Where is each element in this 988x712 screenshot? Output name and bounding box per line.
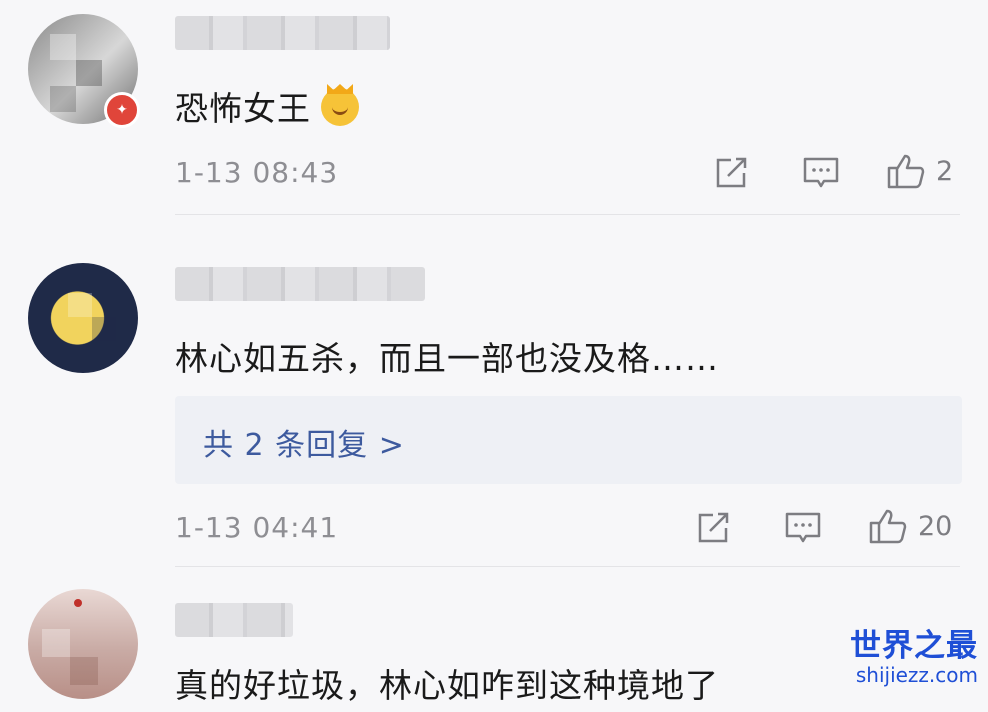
comment-time: 1-13 08:43 bbox=[175, 156, 339, 189]
view-replies-link[interactable]: 共 2 条回复 > bbox=[203, 420, 405, 464]
comment-item: ✦ 恐怖女王 1-13 08:43 2 bbox=[0, 0, 988, 215]
like-button[interactable]: 20 bbox=[868, 507, 952, 545]
username-blurred[interactable] bbox=[175, 603, 293, 637]
comment-text: 恐怖女王 bbox=[175, 82, 359, 130]
comment-text: 真的好垃圾，林心如咋到这种境地了 bbox=[175, 666, 719, 705]
share-icon bbox=[698, 512, 729, 543]
share-button[interactable] bbox=[696, 511, 732, 545]
share-icon bbox=[716, 157, 747, 188]
comment-text: 林心如五杀，而且一部也没及格…… bbox=[175, 339, 719, 378]
comment-button[interactable] bbox=[784, 511, 822, 545]
like-button[interactable]: 2 bbox=[886, 152, 953, 190]
avatar[interactable] bbox=[28, 589, 138, 699]
username-blurred[interactable] bbox=[175, 267, 425, 301]
thumbs-up-icon bbox=[869, 509, 907, 544]
comment-icon bbox=[803, 157, 839, 188]
like-count: 2 bbox=[936, 155, 954, 187]
like-count: 20 bbox=[918, 510, 953, 542]
princess-emoji-icon bbox=[321, 88, 359, 126]
avatar[interactable] bbox=[28, 263, 138, 373]
watermark-title: 世界之最 bbox=[850, 628, 978, 664]
thumbs-up-icon bbox=[887, 154, 925, 189]
comment-item: 林心如五杀，而且一部也没及格…… 共 2 条回复 > 1-13 04:41 20 bbox=[0, 215, 988, 567]
verified-badge-icon: ✦ bbox=[104, 92, 140, 128]
comment-icon bbox=[785, 512, 821, 543]
comment-item: 真的好垃圾，林心如咋到这种境地了 bbox=[0, 567, 988, 712]
share-button[interactable] bbox=[714, 156, 750, 190]
comment-time: 1-13 04:41 bbox=[175, 511, 339, 544]
replies-panel[interactable]: 共 2 条回复 > bbox=[175, 396, 962, 484]
watermark: 世界之最 shijiezz.com bbox=[850, 628, 978, 686]
username-blurred[interactable] bbox=[175, 16, 390, 50]
watermark-url: shijiezz.com bbox=[855, 663, 978, 687]
comment-button[interactable] bbox=[802, 156, 840, 190]
